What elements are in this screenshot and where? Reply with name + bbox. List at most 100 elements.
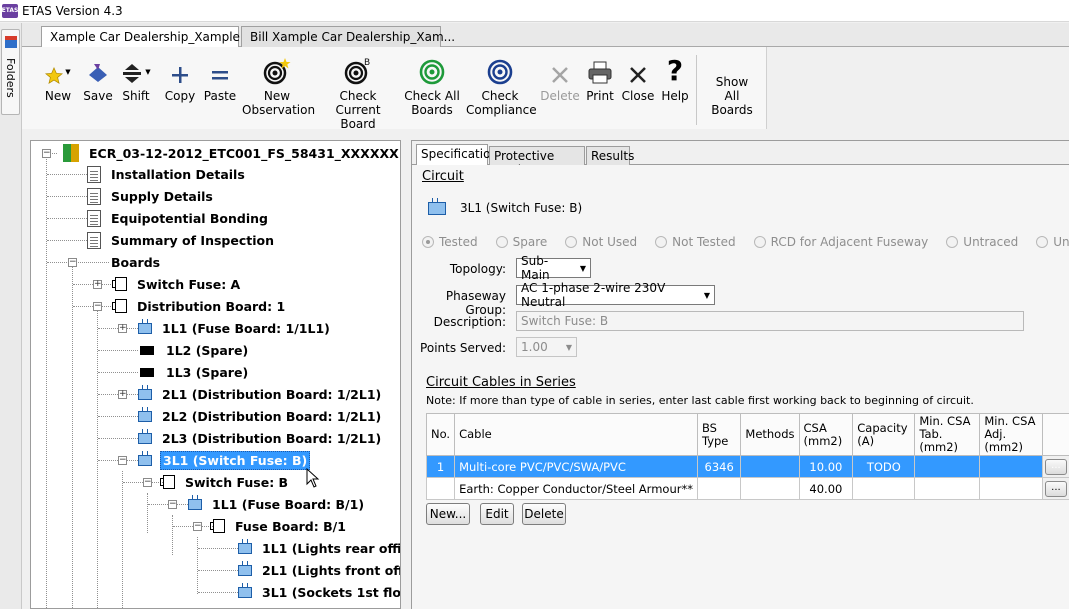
tree-item-boards[interactable]: Boards <box>109 252 162 272</box>
tree-item-fuse-board-b1[interactable]: Fuse Board: B/1 <box>210 516 348 536</box>
copy-button[interactable]: Copy <box>162 57 198 103</box>
help-button[interactable]: ? Help <box>658 54 692 104</box>
topology-select[interactable]: Sub-Main ▼ <box>516 254 591 282</box>
description-label: Description: <box>433 315 506 329</box>
shift-button[interactable]: ▼ Shift <box>118 57 154 103</box>
table-row[interactable]: Earth: Copper Conductor/Steel Armour** 4… <box>425 477 1069 500</box>
circuit-fuse-icon <box>138 318 152 334</box>
radio-spare[interactable]: Spare <box>495 235 547 249</box>
dropdown-arrow-icon: ▼ <box>65 68 71 76</box>
circuit-fuse-icon <box>428 198 446 215</box>
tree-item-circuit[interactable]: 1L1 (Lights rear office <box>238 538 400 558</box>
tree-item-circuit[interactable]: 2L2 (Distribution Board: 1/2L1) <box>138 406 383 426</box>
tree-expand-toggle[interactable]: + <box>93 280 102 289</box>
spare-circuit-icon <box>140 345 154 355</box>
save-button[interactable]: Save <box>82 57 114 103</box>
new-button[interactable]: ▼ New <box>38 57 78 103</box>
radio-not-tested[interactable]: Not Tested <box>655 235 736 249</box>
description-field[interactable]: Switch Fuse: B <box>516 311 1024 331</box>
new-observation-button[interactable]: New Observation <box>242 57 315 117</box>
delete-cable-button[interactable]: Delete <box>522 503 566 525</box>
check-all-boards-icon <box>419 59 445 85</box>
tree-item-circuit[interactable]: 1L3 (Spare) <box>138 362 250 382</box>
row-ellipsis-button[interactable]: ... <box>1044 480 1067 497</box>
table-row[interactable]: 1 Multi-core PVC/PVC/SWA/PVC 6346 10.00 … <box>425 455 1069 478</box>
doc-tab-xample-car-dealership[interactable]: Xample Car Dealership_Xample... <box>41 26 251 48</box>
points-served-select[interactable]: 1.00 ▼ <box>516 337 577 357</box>
tree-item-installation-details[interactable]: Installation Details <box>87 164 247 184</box>
tree-root-report[interactable]: ECR_03-12-2012_ETC001_FS_58431_XXXXXX <box>63 143 400 163</box>
radio-untraced[interactable]: Untraced <box>946 235 1018 249</box>
ribbon-toolbar: ▼ New Save ▼ Shift Copy Paste New Observa… <box>22 47 767 131</box>
tree-collapse-toggle[interactable]: − <box>168 500 177 509</box>
tree-item-circuit[interactable]: 3L1 (Sockets 1st floor <box>238 582 400 602</box>
radio-unknown[interactable]: Unknown <box>1036 235 1069 249</box>
col-action <box>1041 413 1069 456</box>
tab-specification[interactable]: Specification <box>416 144 498 166</box>
tree-item-switch-fuse-b[interactable]: Switch Fuse: B <box>160 472 290 492</box>
chevron-down-icon: ▼ <box>703 290 710 300</box>
circuit-fuse-icon <box>238 538 252 554</box>
close-button[interactable]: Close <box>620 57 656 103</box>
report-icon <box>63 144 79 162</box>
tree-collapse-toggle[interactable]: − <box>193 522 202 531</box>
question-mark-icon: ? <box>666 54 684 87</box>
tree-collapse-toggle[interactable]: − <box>42 149 51 158</box>
specification-body: Circuit 3L1 (Switch Fuse: B) Tested Spar… <box>412 165 1069 609</box>
tab-results[interactable]: Results <box>586 146 634 165</box>
paste-button[interactable]: Paste <box>202 57 238 103</box>
check-compliance-button[interactable]: Check Compliance <box>466 57 537 117</box>
spare-circuit-icon <box>140 367 154 377</box>
tree-collapse-toggle[interactable]: − <box>93 302 102 311</box>
circuit-fuse-icon <box>138 384 152 400</box>
tree-collapse-toggle[interactable]: − <box>143 478 152 487</box>
folders-icon <box>5 36 17 48</box>
circuit-heading: Circuit <box>422 169 464 184</box>
properties-tabs: Specification Protective Device Results <box>412 143 1069 177</box>
edit-cable-button[interactable]: Edit <box>480 503 514 525</box>
mouse-cursor-icon <box>306 468 320 488</box>
tree-item-circuit[interactable]: 2L1 (Lights front offic <box>238 560 400 580</box>
tree-item-circuit[interactable]: 2L1 (Distribution Board: 1/2L1) <box>138 384 383 404</box>
check-all-boards-button[interactable]: Check All Boards <box>402 57 462 117</box>
tab-protective-device[interactable]: Protective Device <box>489 146 585 177</box>
col-capacity: Capacity (A) <box>852 413 916 456</box>
radio-rcd-adjacent-fuseway[interactable]: RCD for Adjacent Fuseway <box>753 235 928 249</box>
phaseway-group-select[interactable]: AC 1-phase 2-wire 230V Neutral ▼ <box>516 281 715 309</box>
document-icon <box>87 165 101 183</box>
cables-table: No. Cable BS Type Methods CSA (mm2) Capa… <box>425 413 1069 500</box>
tree-item-supply-details[interactable]: Supply Details <box>87 186 215 206</box>
radio-tested[interactable]: Tested <box>422 235 478 249</box>
app-icon: ETAS <box>2 3 18 18</box>
tree-item-circuit[interactable]: 1L1 (Fuse Board: B/1) <box>188 494 366 514</box>
check-current-board-button[interactable]: B Check Current Board <box>318 57 398 131</box>
circuit-fuse-icon <box>138 450 152 466</box>
tree-item-distribution-board-1[interactable]: Distribution Board: 1 <box>112 296 287 316</box>
tree-expand-toggle[interactable]: + <box>118 390 127 399</box>
tree-item-circuit[interactable]: 1L2 (Spare) <box>138 340 250 360</box>
tree-item-switch-fuse-a[interactable]: Switch Fuse: A <box>112 274 242 294</box>
new-cable-button[interactable]: New... <box>426 503 470 525</box>
points-served-label: Points Served: <box>420 341 506 355</box>
col-min-csa-tab: Min. CSA Tab. (mm2) <box>914 413 981 456</box>
board-icon <box>160 475 175 489</box>
doc-tab-bill-xample-car-dealership[interactable]: Bill Xample Car Dealership_Xam... <box>241 26 455 47</box>
folders-tab[interactable]: Folders <box>1 29 20 115</box>
tree-item-circuit[interactable]: 1L1 (Fuse Board: 1/1L1) <box>138 318 332 338</box>
tree-expand-toggle[interactable]: + <box>118 324 127 333</box>
tree-item-summary-of-inspection[interactable]: Summary of Inspection <box>87 230 276 250</box>
print-button[interactable]: Print <box>582 57 618 103</box>
save-icon <box>89 64 107 82</box>
tree-item-circuit[interactable]: 2L3 (Distribution Board: 1/2L1) <box>138 428 383 448</box>
row-ellipsis-button[interactable]: ... <box>1044 458 1067 475</box>
radio-not-used[interactable]: Not Used <box>565 235 637 249</box>
tree-collapse-toggle[interactable]: − <box>118 456 127 465</box>
show-all-boards-button[interactable]: Show All Boards <box>702 75 762 117</box>
svg-text:B: B <box>364 58 370 68</box>
tree-collapse-toggle[interactable]: − <box>68 258 77 267</box>
tree-item-circuit-selected[interactable]: 3L1 (Switch Fuse: B) <box>138 450 311 470</box>
tree-item-equipotential-bonding[interactable]: Equipotential Bonding <box>87 208 270 228</box>
col-bs-type: BS Type <box>696 413 742 456</box>
delete-button[interactable]: Delete <box>540 57 580 103</box>
dropdown-arrow-icon: ▼ <box>145 68 151 76</box>
